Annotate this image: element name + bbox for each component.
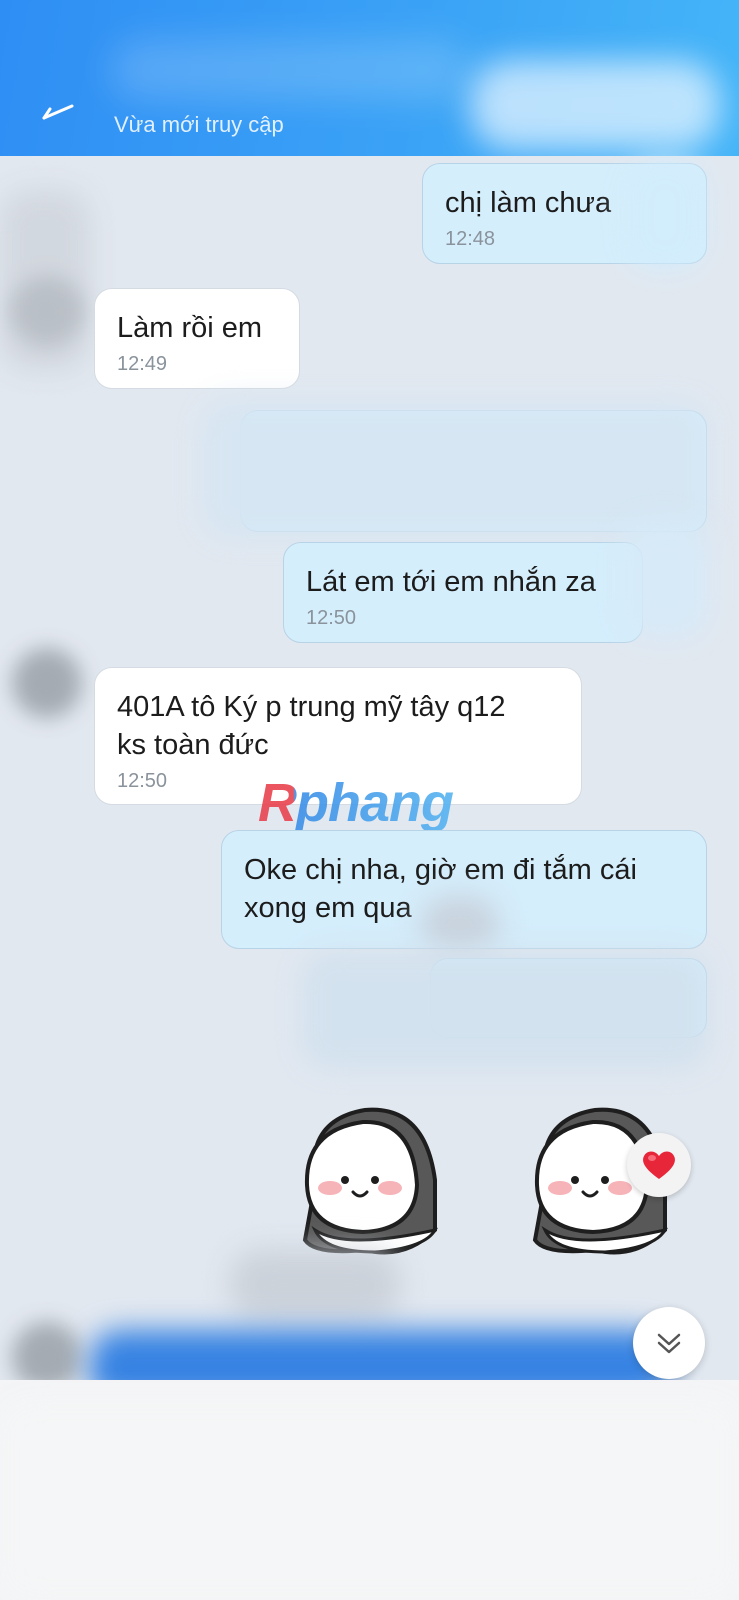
blurred-region [300, 950, 710, 1070]
blurred-region [620, 520, 710, 640]
message-time: 12:50 [306, 607, 357, 629]
blurred-region [200, 400, 710, 540]
message-text: Lát em tới em nhắn za [306, 566, 596, 598]
sticker-blob-icon[interactable] [285, 1090, 455, 1260]
scroll-to-bottom-button[interactable] [633, 1307, 705, 1379]
blurred-region [0, 1400, 739, 1600]
chat-header: Vừa mới truy cập [0, 0, 739, 156]
arrow-left-icon[interactable] [38, 98, 78, 126]
blurred-region [230, 1250, 400, 1320]
contact-status: Vừa mới truy cập [114, 112, 284, 137]
contact-avatar [12, 648, 82, 718]
message-bubble-incoming[interactable]: Làm rồi em 12:49 [94, 288, 300, 389]
message-bubble-outgoing[interactable]: Lát em tới em nhắn za 12:50 [283, 542, 643, 643]
blurred-region [625, 160, 705, 270]
watermark-logo: Rphang [258, 773, 454, 833]
message-text: 401A tô Ký p trung mỹ tây q12 ks toàn đứ… [117, 691, 506, 761]
blurred-region [420, 895, 500, 955]
heart-icon [643, 1151, 675, 1179]
heart-reaction-button[interactable] [627, 1133, 691, 1197]
header-actions-blurred [470, 60, 720, 150]
contact-name-blurred [110, 40, 470, 100]
blurred-region [0, 190, 90, 370]
message-time: 12:49 [117, 353, 168, 375]
message-text: Làm rồi em [117, 312, 263, 344]
double-chevron-down-icon [657, 1333, 681, 1354]
